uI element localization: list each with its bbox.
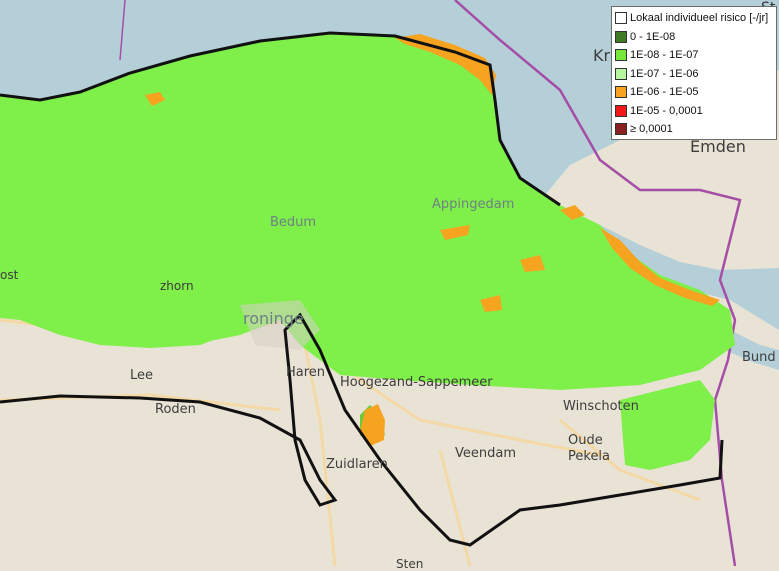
legend-label: 1E-08 - 1E-07 <box>630 49 699 62</box>
place-label-ost: ost <box>0 268 19 282</box>
legend-label: 1E-06 - 1E-05 <box>630 86 699 99</box>
legend-swatch <box>615 86 627 99</box>
place-label-groningen: roninge <box>243 309 304 328</box>
legend-swatch <box>615 67 627 80</box>
legend-item: 0 - 1E-08 <box>615 28 773 47</box>
legend-item: 1E-07 - 1E-06 <box>615 65 773 84</box>
risk-legend: Lokaal individueel risico [-/jr] 0 - 1E-… <box>611 6 777 140</box>
legend-title-row: Lokaal individueel risico [-/jr] <box>615 9 773 28</box>
legend-item: 1E-05 - 0,0001 <box>615 102 773 121</box>
place-label-haren: Haren <box>286 365 326 380</box>
legend-swatch <box>615 49 627 62</box>
place-label-veendam: Veendam <box>455 446 517 461</box>
legend-item: 1E-08 - 1E-07 <box>615 46 773 65</box>
place-label-kr: Kr <box>593 46 611 65</box>
legend-label: 1E-05 - 0,0001 <box>630 104 703 117</box>
place-label-sten: Sten <box>396 557 424 571</box>
place-label-zhorn: zhorn <box>160 279 194 293</box>
legend-title: Lokaal individueel risico [-/jr] <box>630 12 769 25</box>
place-label-appingedam: Appingedam <box>432 197 515 212</box>
place-label-zuidlaren: Zuidlaren <box>326 457 388 472</box>
legend-label: ≥ 0,0001 <box>630 123 673 136</box>
legend-label: 0 - 1E-08 <box>630 30 676 43</box>
legend-title-swatch <box>615 12 627 25</box>
place-label-roden: Roden <box>155 402 196 417</box>
place-label-bund: Bund <box>742 350 776 365</box>
legend-items: 0 - 1E-08 1E-08 - 1E-07 1E-07 - 1E-06 1E-06… <box>615 28 773 139</box>
legend-item: 1E-06 - 1E-05 <box>615 83 773 102</box>
legend-swatch <box>615 104 627 117</box>
place-label-leek: Lee <box>130 368 154 383</box>
legend-label: 1E-07 - 1E-06 <box>630 67 699 80</box>
place-label-pekela: Pekela <box>568 449 611 464</box>
place-label-bedum: Bedum <box>270 215 317 230</box>
place-label-oude: Oude <box>568 433 603 448</box>
legend-item: ≥ 0,0001 <box>615 120 773 139</box>
place-label-winschoten: Winschoten <box>563 399 639 414</box>
place-label-emden: Emden <box>690 137 746 156</box>
legend-swatch <box>615 30 627 43</box>
legend-swatch <box>615 123 627 136</box>
place-label-hoogezand: Hoogezand-Sappemeer <box>340 375 493 390</box>
